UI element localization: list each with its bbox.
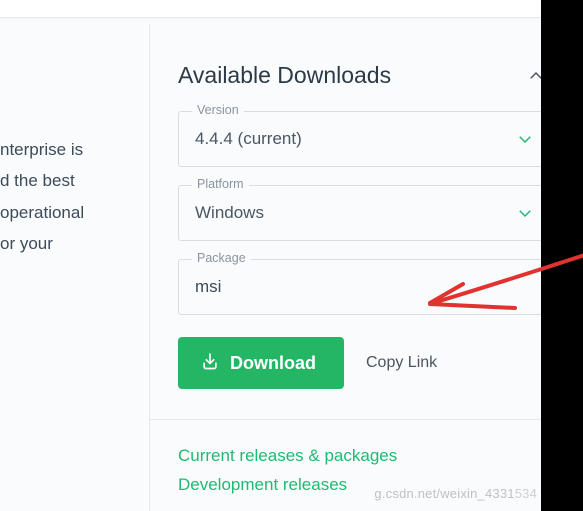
platform-field: Platform Windows [178,185,551,241]
link-current-releases[interactable]: Current releases & packages [178,442,551,471]
release-links: Current releases & packages Development … [178,420,551,500]
chevron-down-icon [516,130,534,148]
left-line-3: operational [0,197,149,228]
black-right-edge [541,0,583,511]
chevron-down-icon [516,204,534,222]
section-header[interactable]: Available Downloads [178,62,551,89]
download-button[interactable]: Download [178,337,344,389]
package-select[interactable]: msi [178,259,551,315]
platform-label: Platform [192,177,249,191]
downloads-panel: Available Downloads Version 4.4.4 (curre… [150,24,583,511]
left-description-fragment: nterprise is d the best operational or y… [0,24,150,511]
package-label: Package [192,251,251,265]
package-field: Package msi [178,259,551,315]
package-value: msi [195,277,221,297]
content-columns: nterprise is d the best operational or y… [0,24,583,511]
version-value: 4.4.4 (current) [195,129,302,149]
version-field: Version 4.4.4 (current) [178,111,551,167]
download-label: Download [230,353,316,374]
actions-row: Download Copy Link [178,337,551,389]
platform-value: Windows [195,203,264,223]
download-icon [200,351,220,376]
section-title: Available Downloads [178,62,391,89]
left-line-2: d the best [0,165,149,196]
version-label: Version [192,103,244,117]
left-line-4: or your [0,228,149,259]
version-select[interactable]: 4.4.4 (current) [178,111,551,167]
platform-select[interactable]: Windows [178,185,551,241]
link-development-releases[interactable]: Development releases [178,471,551,500]
copy-link[interactable]: Copy Link [366,354,437,372]
top-strip [0,0,583,18]
left-line-1: nterprise is [0,134,149,165]
